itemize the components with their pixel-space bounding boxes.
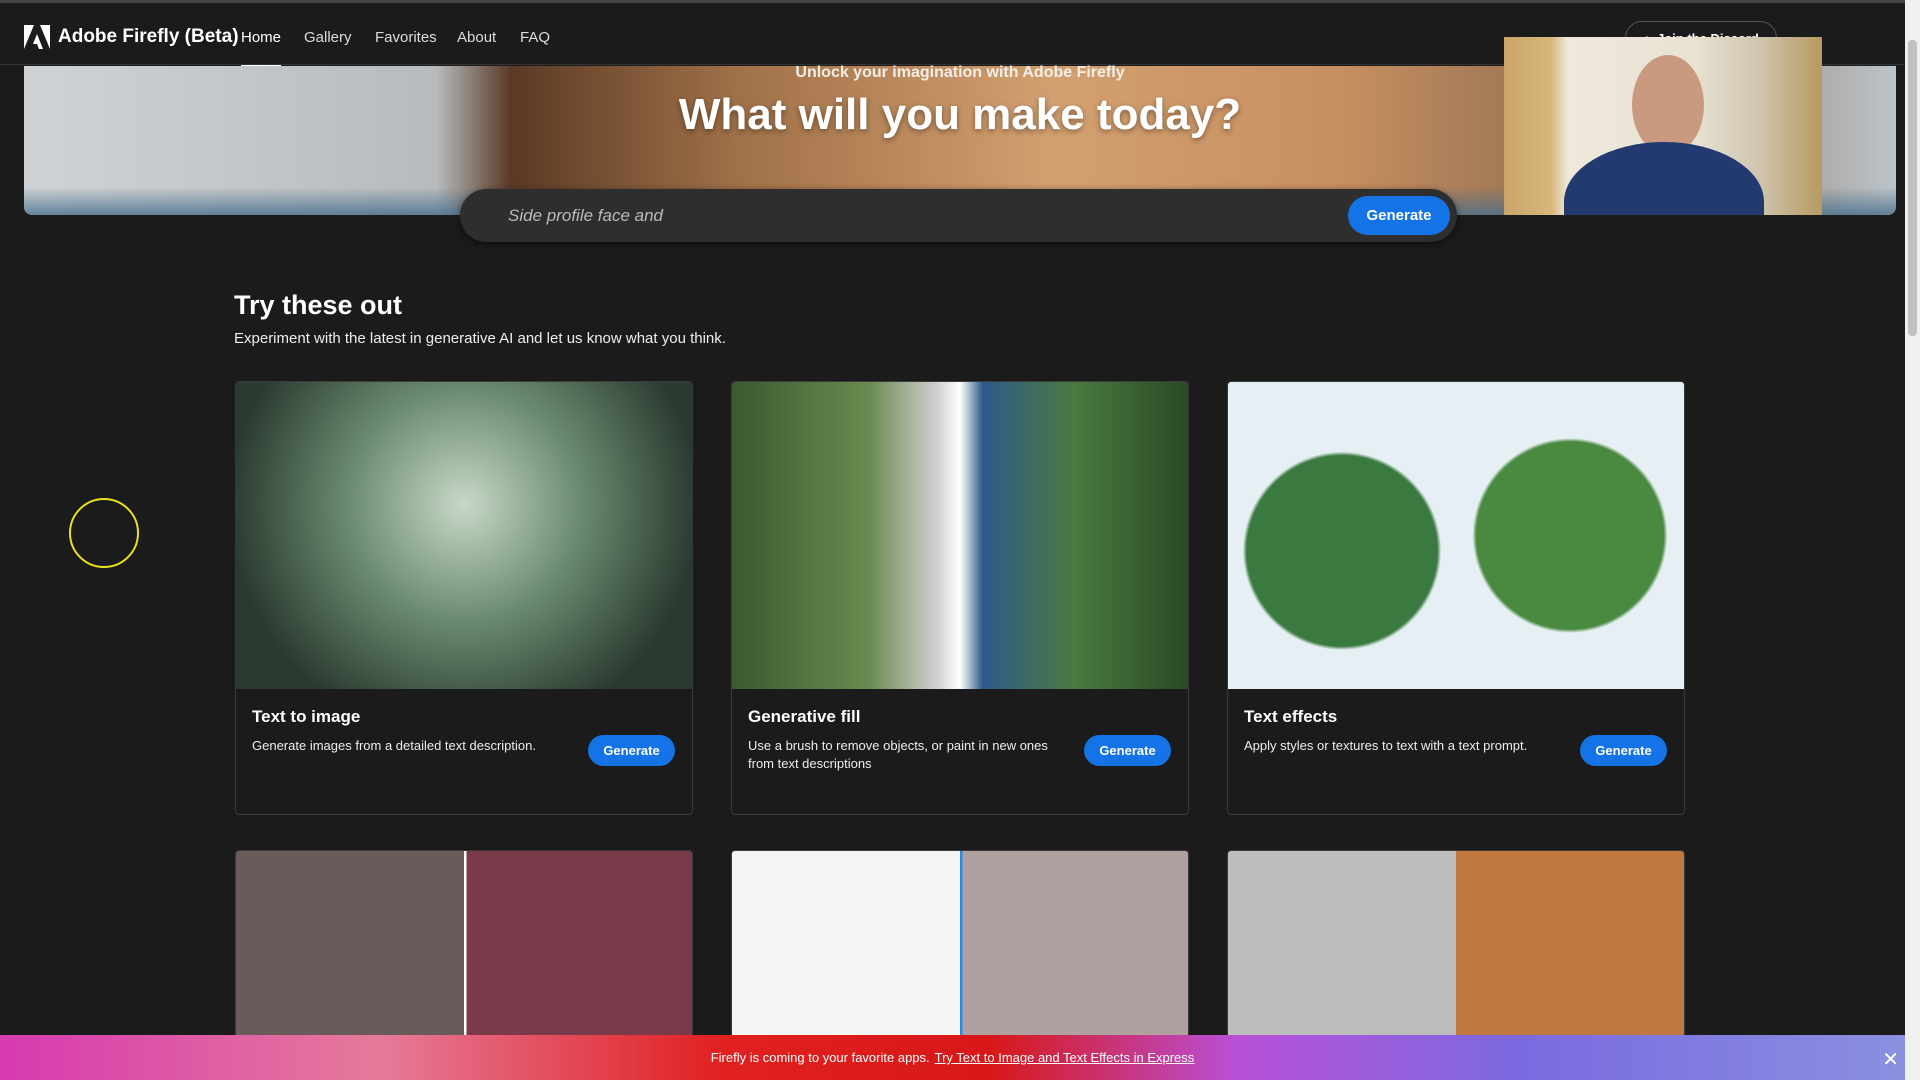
close-icon[interactable]: ✕ — [1882, 1047, 1899, 1072]
card-description: Apply styles or textures to text with a … — [1244, 738, 1528, 753]
card-row2-1[interactable] — [235, 850, 693, 1050]
nav-gallery[interactable]: Gallery — [304, 29, 352, 46]
brand-name: Adobe Firefly (Beta) — [58, 26, 239, 47]
nav-favorites[interactable]: Favorites — [375, 29, 437, 46]
generate-button[interactable]: Generate — [1084, 735, 1171, 766]
scrollbar[interactable] — [1905, 0, 1920, 1080]
adobe-logo-icon — [24, 25, 50, 49]
section-title: Try these out — [234, 290, 403, 320]
banner-text: Firefly is coming to your favorite apps. — [710, 1050, 930, 1065]
scrollbar-thumb[interactable] — [1908, 40, 1917, 336]
card-image — [236, 382, 692, 689]
section-subtitle: Experiment with the latest in generative… — [234, 330, 726, 347]
generate-button[interactable]: Generate — [1348, 196, 1450, 235]
webcam-overlay — [1504, 37, 1822, 215]
cursor-highlight — [69, 498, 139, 568]
prompt-bar: Generate — [460, 189, 1457, 242]
card-title: Text effects — [1244, 707, 1338, 726]
card-title: Text to image — [252, 707, 361, 726]
prompt-input[interactable] — [508, 203, 1328, 229]
brand-logo[interactable]: Adobe Firefly (Beta) — [24, 25, 239, 49]
card-generative-fill[interactable]: Generative fill Use a brush to remove ob… — [731, 381, 1189, 815]
generate-button[interactable]: Generate — [1580, 735, 1667, 766]
card-description: Generate images from a detailed text des… — [252, 738, 536, 753]
card-title: Generative fill — [748, 707, 861, 726]
card-description: Use a brush to remove objects, or paint … — [748, 738, 1048, 771]
nav-faq[interactable]: FAQ — [520, 29, 550, 46]
card-image — [732, 382, 1188, 689]
card-row2-2[interactable] — [731, 850, 1189, 1050]
nav-about[interactable]: About — [457, 29, 496, 46]
card-text-to-image[interactable]: Text to image Generate images from a det… — [235, 381, 693, 815]
card-image — [1228, 382, 1684, 689]
nav-home[interactable]: Home — [241, 29, 282, 68]
promo-banner: Firefly is coming to your favorite apps.… — [0, 1035, 1905, 1080]
generate-button[interactable]: Generate — [588, 735, 675, 766]
banner-link[interactable]: Try Text to Image and Text Effects in Ex… — [935, 1050, 1195, 1065]
card-text-effects[interactable]: Text effects Apply styles or textures to… — [1227, 381, 1685, 815]
card-row2-3[interactable] — [1227, 850, 1685, 1050]
